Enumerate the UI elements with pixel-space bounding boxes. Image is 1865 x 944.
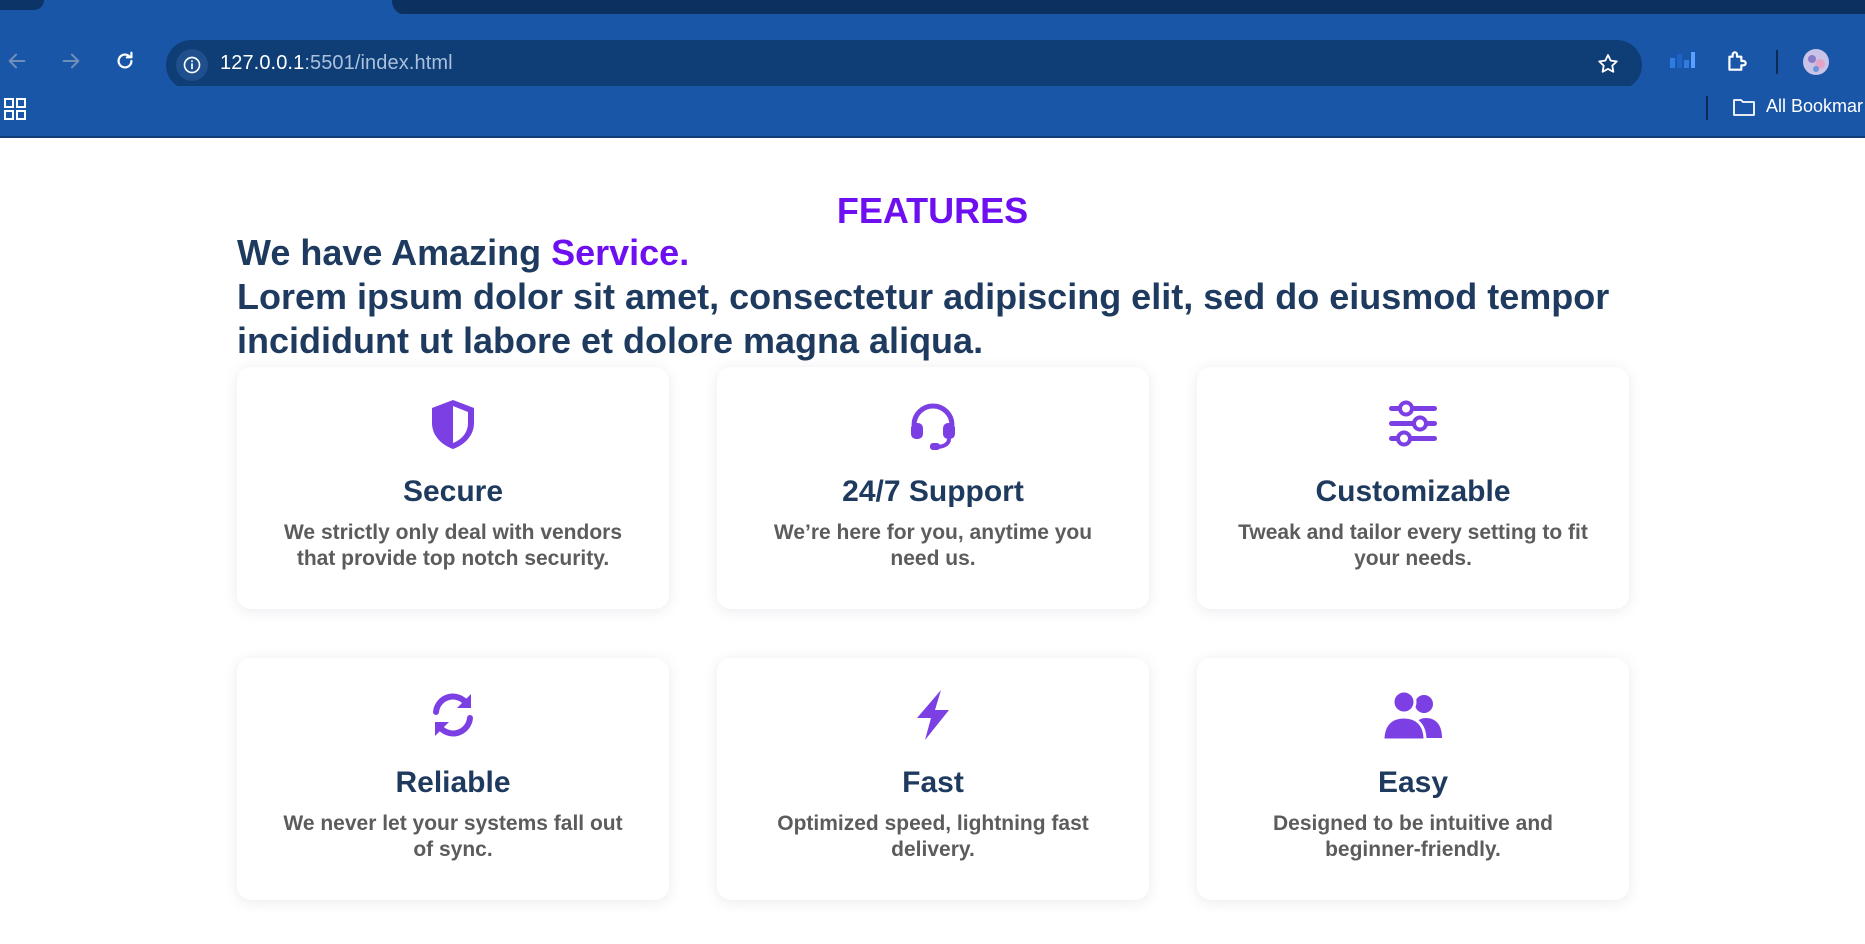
folder-icon (1733, 98, 1755, 116)
shield-icon (432, 400, 474, 449)
info-icon (183, 56, 201, 74)
feature-title: Secure (402, 475, 504, 508)
extension-button[interactable] (1668, 48, 1696, 77)
feature-description: We’re here for you, anytime you need us. (773, 521, 1093, 570)
extensions-menu-button[interactable] (1724, 48, 1750, 79)
feature-card-reliable: Reliable We never let your systems fall … (237, 658, 669, 900)
feature-card-support: 24/7 Support We’re here for you, anytime… (717, 367, 1149, 609)
feature-card-fast: Fast Optimized speed, lightning fast del… (717, 658, 1149, 900)
all-bookmarks-button[interactable]: All Bookmar (1732, 96, 1863, 117)
toolbar-separator (1776, 50, 1778, 74)
tab-strip (0, 0, 1865, 15)
feature-description: Tweak and tailor every setting to fit yo… (1238, 521, 1588, 570)
apps-button[interactable] (4, 98, 26, 125)
back-button[interactable] (2, 46, 32, 76)
headline-prefix: We have Amazing (237, 232, 552, 273)
avatar (1803, 49, 1829, 75)
feature-title: 24/7 Support (842, 475, 1024, 508)
feature-card-customizable: Customizable Tweak and tailor every sett… (1197, 367, 1629, 609)
feature-title: Fast (902, 766, 964, 799)
bookmarks-separator (1706, 96, 1708, 120)
feature-title: Customizable (1315, 475, 1511, 508)
headset-icon (911, 403, 955, 450)
star-icon (1598, 54, 1618, 73)
forward-button[interactable] (56, 46, 86, 76)
feature-description: We strictly only deal with vendors that … (283, 521, 623, 570)
url-path: :5501/index.html (304, 52, 453, 74)
site-info-button[interactable] (176, 49, 208, 81)
sync-icon (433, 693, 473, 737)
feature-description: Optimized speed, lightning fast delivery… (777, 812, 1089, 861)
feature-description: We never let your systems fall out of sy… (283, 812, 623, 861)
page-headline: We have Amazing Service. Lorem ipsum dol… (237, 231, 1617, 363)
feature-card-secure: Secure We strictly only deal with vendor… (237, 367, 669, 609)
tab-strip-background (392, 0, 1865, 15)
all-bookmarks-label: All Bookmar (1766, 96, 1864, 116)
profile-button[interactable] (1802, 48, 1830, 81)
chart-extension-icon (1670, 52, 1695, 68)
address-bar[interactable]: 127.0.0.1:5501/index.html (166, 40, 1642, 90)
feature-title: Easy (1377, 766, 1449, 799)
reload-button[interactable] (110, 46, 140, 76)
feature-description: Designed to be intuitive and beginner-fr… (1272, 812, 1554, 861)
browser-toolbar: 127.0.0.1:5501/index.html (0, 14, 1865, 90)
bookmark-star-button[interactable] (1596, 52, 1620, 81)
section-label: FEATURES (836, 190, 1029, 231)
users-icon (1382, 689, 1442, 742)
puzzle-icon (1728, 51, 1747, 71)
headline-accent: Service. (551, 232, 690, 273)
back-arrow-icon (8, 53, 26, 69)
url-text[interactable]: 127.0.0.1:5501/index.html (220, 52, 453, 75)
bolt-icon (917, 690, 949, 740)
forward-arrow-icon (62, 53, 80, 69)
bookmarks-bar: All Bookmar (0, 86, 1865, 138)
sliders-icon (1389, 400, 1437, 447)
headline-body: Lorem ipsum dolor sit amet, consectetur … (237, 276, 1610, 361)
feature-card-easy: Easy Designed to be intuitive and beginn… (1197, 658, 1629, 900)
tab-inactive[interactable] (0, 0, 44, 10)
apps-grid-icon (4, 98, 26, 120)
feature-title: Reliable (395, 766, 511, 799)
url-host: 127.0.0.1 (220, 52, 305, 74)
reload-icon (117, 51, 133, 69)
